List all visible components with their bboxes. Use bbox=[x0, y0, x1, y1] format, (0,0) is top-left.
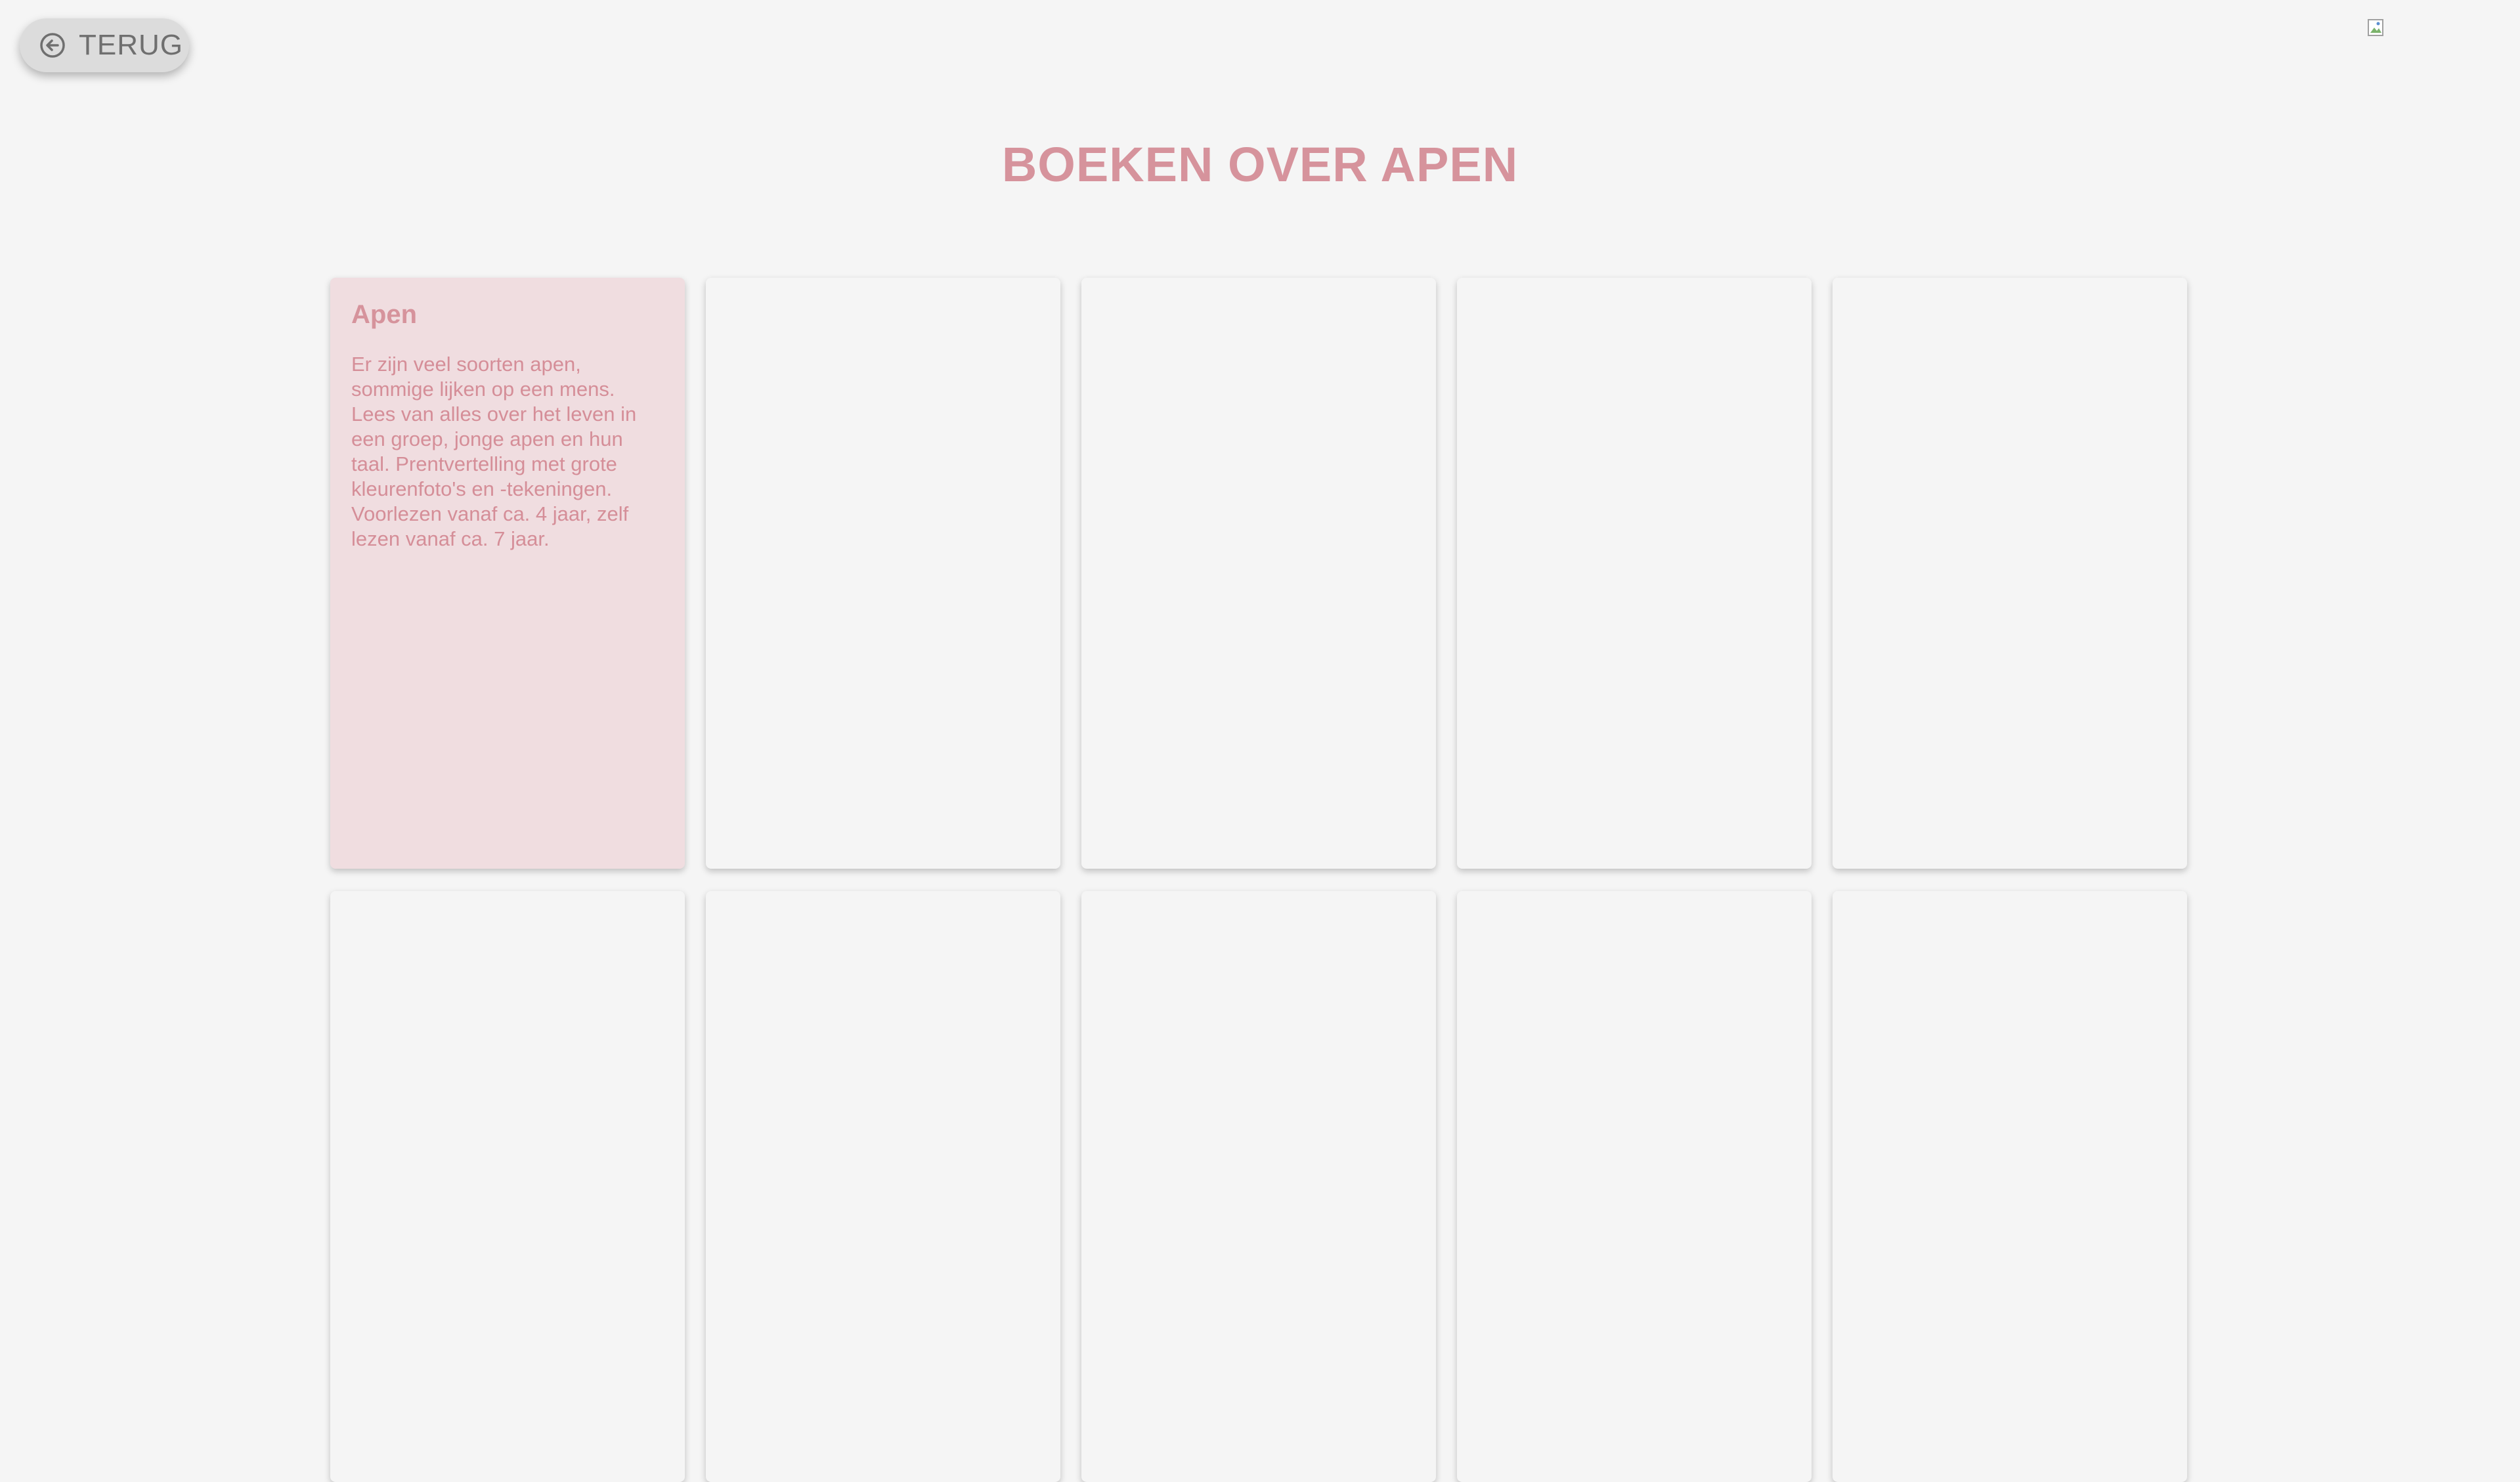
book-card[interactable]: Apen Er zijn veel soorten apen, sommige … bbox=[330, 278, 685, 869]
book-card[interactable] bbox=[330, 891, 685, 1482]
book-grid: Apen Er zijn veel soorten apen, sommige … bbox=[330, 278, 2188, 1482]
book-card[interactable] bbox=[1081, 891, 1436, 1482]
book-card[interactable] bbox=[1457, 891, 1812, 1482]
book-card[interactable] bbox=[1457, 278, 1812, 869]
arrow-left-circle-icon bbox=[39, 32, 66, 58]
back-button-label: TERUG bbox=[79, 29, 183, 61]
book-card[interactable] bbox=[1081, 278, 1436, 869]
book-card-title: Apen bbox=[351, 300, 417, 329]
book-card[interactable] bbox=[1833, 278, 2187, 869]
book-card[interactable] bbox=[706, 278, 1060, 869]
book-card[interactable] bbox=[706, 891, 1060, 1482]
page-title: BOEKEN OVER APEN bbox=[1001, 137, 1519, 192]
broken-image-icon bbox=[2367, 18, 2387, 38]
book-card-description: Er zijn veel soorten apen, sommige lijke… bbox=[351, 353, 637, 550]
back-button[interactable]: TERUG bbox=[20, 18, 189, 72]
book-card[interactable] bbox=[1833, 891, 2187, 1482]
